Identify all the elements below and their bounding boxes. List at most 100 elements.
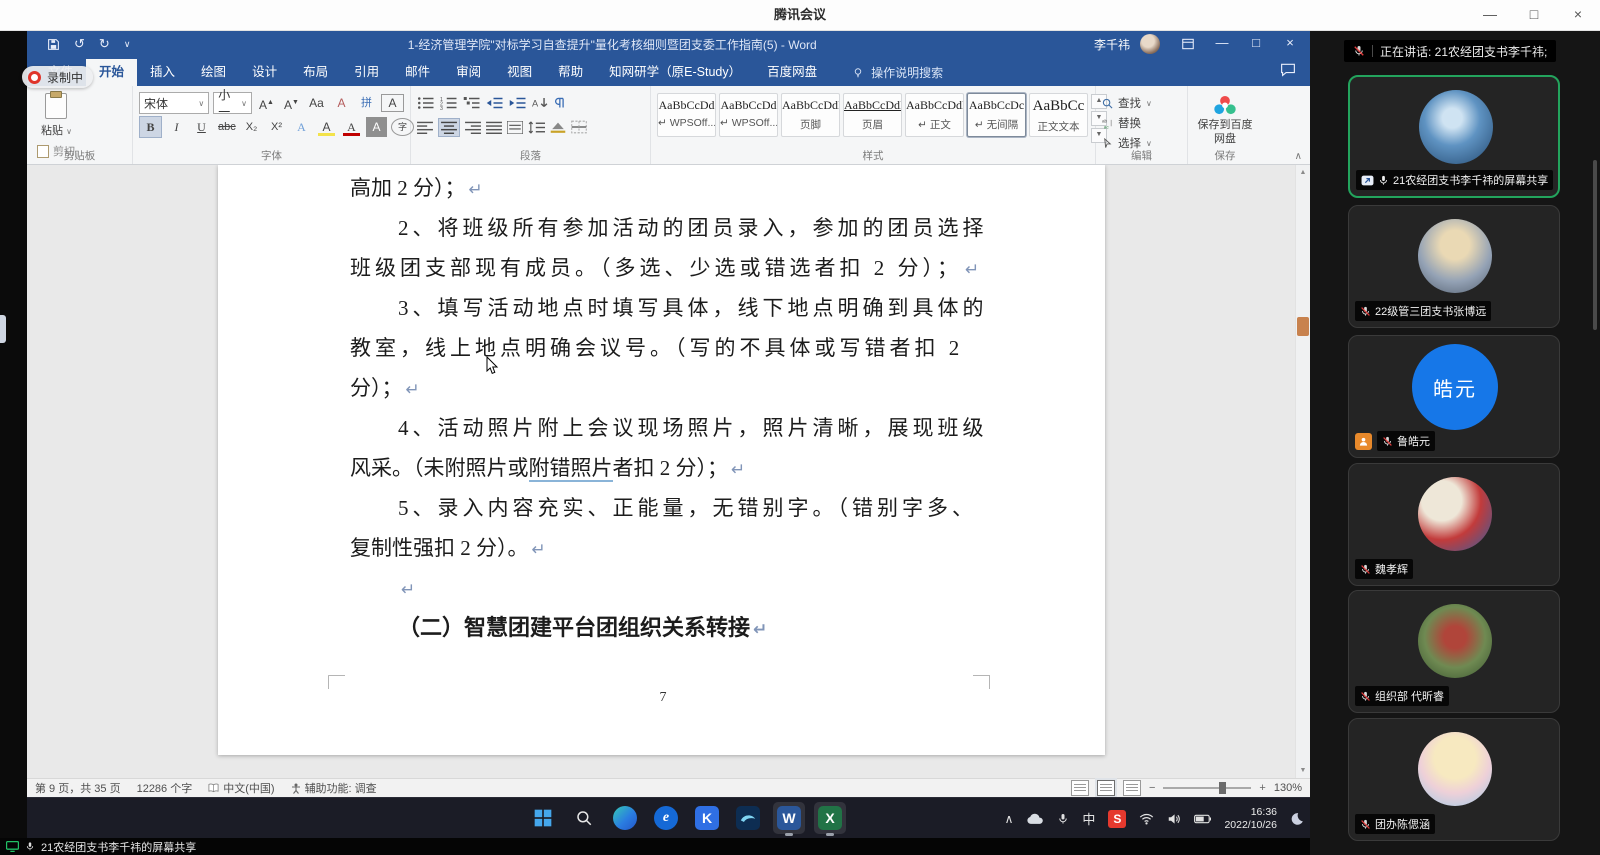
participant-tile[interactable]: 皓元鲁皓元	[1348, 335, 1560, 458]
taskbar-k-app-button[interactable]: K	[691, 802, 723, 834]
clear-format-button[interactable]: A	[331, 93, 352, 113]
taskbar-edge-button[interactable]	[609, 802, 641, 834]
zoom-slider-thumb[interactable]	[1219, 782, 1226, 794]
scroll-down-icon[interactable]: ▼	[1296, 763, 1310, 778]
night-mode-icon[interactable]	[1290, 812, 1304, 826]
align-center-icon[interactable]	[438, 118, 460, 137]
zoom-in-icon[interactable]: +	[1259, 782, 1265, 794]
text-effects-button[interactable]: A	[291, 117, 312, 137]
zoom-percentage[interactable]: 130%	[1274, 782, 1302, 794]
ribbon-tab-知网研学（原E-Study）[interactable]: 知网研学（原E-Study）	[596, 59, 754, 86]
decrease-indent-icon[interactable]	[486, 96, 504, 110]
increase-indent-icon[interactable]	[509, 96, 527, 110]
page-indicator[interactable]: 第 9 页，共 35 页	[35, 780, 121, 796]
style-item-页眉[interactable]: AaBbCcDdEe页眉	[843, 93, 902, 137]
word-minimize-button[interactable]: —	[1206, 30, 1238, 58]
ribbon-tab-绘图[interactable]: 绘图	[188, 59, 239, 86]
participant-tile[interactable]: 组织部 代昕睿	[1348, 590, 1560, 713]
ribbon-display-options-icon[interactable]	[1172, 30, 1204, 58]
ribbon-tab-布局[interactable]: 布局	[290, 59, 341, 86]
taskbar-search-button[interactable]	[568, 802, 600, 834]
ribbon-tab-开始[interactable]: 开始	[86, 59, 137, 86]
change-case-button[interactable]: Aa	[306, 93, 327, 113]
strikethrough-button[interactable]: abc	[216, 117, 237, 137]
style-item-正文文本[interactable]: AaBbCc正文文本	[1029, 93, 1088, 137]
clock[interactable]: 16:36 2022/10/26	[1224, 806, 1277, 831]
vertical-scrollbar[interactable]: ▲ ▼	[1295, 165, 1310, 778]
style-item-WPSOff...[interactable]: AaBbCcDd↵ WPSOff...	[719, 93, 778, 137]
language-indicator[interactable]: 中文(中国)	[208, 780, 274, 796]
qat-dropdown-icon[interactable]: ∨	[124, 30, 131, 58]
taskbar-word-button[interactable]: W	[773, 802, 805, 834]
ime-indicator[interactable]: 中	[1082, 809, 1095, 828]
taskbar-whale-app-button[interactable]	[732, 802, 764, 834]
grow-font-button[interactable]: A▲	[256, 93, 277, 113]
ribbon-tab-邮件[interactable]: 邮件	[392, 59, 443, 86]
participant-tile[interactable]: 21农经团支书李千祎的屏幕共享	[1348, 75, 1560, 198]
font-color-button[interactable]: A	[341, 117, 362, 137]
accessibility-status[interactable]: 辅助功能: 调查	[291, 780, 377, 796]
ribbon-tab-帮助[interactable]: 帮助	[545, 59, 596, 86]
undo-icon[interactable]: ↺	[74, 30, 85, 58]
subscript-button[interactable]: X₂	[241, 117, 262, 137]
multilevel-list-icon[interactable]	[463, 96, 481, 110]
collapse-ribbon-icon[interactable]: ∧	[1295, 151, 1302, 162]
style-item-无间隔[interactable]: AaBbCcDc↵ 无间隔	[967, 93, 1026, 137]
redo-icon[interactable]: ↻	[99, 30, 110, 58]
font-size-select[interactable]: 小一∨	[213, 92, 252, 114]
start-button[interactable]	[527, 802, 559, 834]
paste-button[interactable]: 粘贴 ∨	[33, 91, 80, 140]
account-avatar[interactable]	[1140, 34, 1160, 54]
comments-icon[interactable]	[1280, 63, 1296, 77]
side-panel-handle[interactable]	[0, 315, 6, 343]
print-layout-icon[interactable]	[1097, 780, 1115, 796]
taskbar-browser-button[interactable]: e	[650, 802, 682, 834]
word-close-button[interactable]: ×	[1274, 30, 1306, 58]
ribbon-tab-审阅[interactable]: 审阅	[443, 59, 494, 86]
participant-tile[interactable]: 22级管三团支书张博远	[1348, 205, 1560, 328]
meeting-close-button[interactable]: ×	[1556, 0, 1600, 30]
bold-button[interactable]: B	[139, 116, 162, 138]
meeting-minimize-button[interactable]: —	[1468, 0, 1512, 30]
wifi-icon[interactable]	[1139, 813, 1154, 825]
tell-me-search[interactable]: 操作说明搜索	[852, 59, 943, 86]
character-border-button[interactable]: A	[381, 94, 404, 112]
justify-icon[interactable]	[486, 121, 502, 134]
replace-button[interactable]: abac 替换	[1102, 115, 1181, 131]
taskbar-excel-button[interactable]: X	[814, 802, 846, 834]
panel-scrollbar[interactable]	[1593, 160, 1597, 330]
battery-icon[interactable]	[1194, 814, 1211, 824]
participant-tile[interactable]: 魏孝辉	[1348, 463, 1560, 586]
highlight-button[interactable]: A	[316, 117, 337, 137]
read-mode-icon[interactable]	[1071, 780, 1089, 796]
ribbon-tab-视图[interactable]: 视图	[494, 59, 545, 86]
zoom-slider[interactable]	[1163, 787, 1251, 789]
ribbon-tab-引用[interactable]: 引用	[341, 59, 392, 86]
ribbon-tab-设计[interactable]: 设计	[239, 59, 290, 86]
save-to-baidu-button[interactable]: 保存到百度网盘	[1194, 91, 1256, 147]
align-left-icon[interactable]	[417, 121, 433, 134]
style-item-页脚[interactable]: AaBbCcDdEe页脚	[781, 93, 840, 137]
style-item-正文[interactable]: AaBbCcDdl↵ 正文	[905, 93, 964, 137]
participant-tile[interactable]: 团办陈偲涵	[1348, 718, 1560, 841]
superscript-button[interactable]: X²	[266, 117, 287, 137]
style-item-WPSOff...[interactable]: AaBbCcDd↵ WPSOff...	[657, 93, 716, 137]
save-icon[interactable]	[47, 38, 60, 51]
scrollbar-thumb[interactable]	[1297, 317, 1309, 336]
shading-icon[interactable]	[550, 120, 566, 134]
zoom-out-icon[interactable]: −	[1149, 782, 1155, 794]
tray-chevron-icon[interactable]: ∧	[1005, 812, 1014, 826]
ribbon-tab-插入[interactable]: 插入	[137, 59, 188, 86]
tray-mic-icon[interactable]	[1057, 812, 1069, 826]
sort-icon[interactable]: A	[532, 96, 549, 110]
font-name-select[interactable]: 宋体∨	[139, 92, 209, 114]
sogou-icon[interactable]: S	[1108, 810, 1126, 828]
find-button[interactable]: 查找∨	[1102, 95, 1181, 111]
document-canvas[interactable]: 高加 2 分）；↵2、将班级所有参加活动的团员录入，参加的团员选择班级团支部现有…	[27, 165, 1310, 778]
meeting-maximize-button[interactable]: □	[1512, 0, 1556, 30]
word-restore-button[interactable]: □	[1240, 30, 1272, 58]
account-name[interactable]: 李千祎	[1094, 36, 1130, 53]
shrink-font-button[interactable]: A▼	[281, 93, 302, 113]
borders-icon[interactable]	[571, 120, 587, 134]
italic-button[interactable]: I	[166, 117, 187, 137]
